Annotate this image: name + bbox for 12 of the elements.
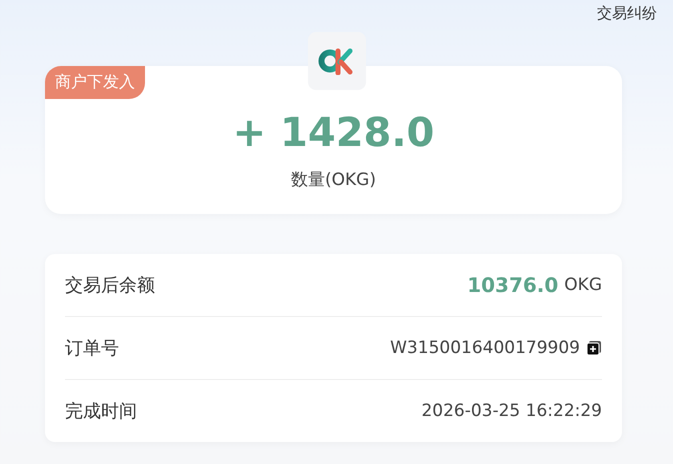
balance-value: 10376.0 xyxy=(467,273,558,297)
unit-label: OKG xyxy=(564,275,602,295)
type-tag: 商户下发入 xyxy=(45,66,145,99)
detail-label: 交易后余额 xyxy=(65,274,155,297)
detail-label: 订单号 xyxy=(65,337,119,360)
amount-caption: 数量(OKG) xyxy=(291,169,376,191)
detail-value: 2026-03-25 16:22:29 xyxy=(421,401,602,421)
copy-icon[interactable] xyxy=(586,340,602,356)
order-number: W3150016400179909 xyxy=(390,338,580,358)
amount-value: + 1428.0 xyxy=(232,109,434,158)
detail-label: 完成时间 xyxy=(65,400,137,423)
dispute-link[interactable]: 交易纠纷 xyxy=(597,4,657,26)
